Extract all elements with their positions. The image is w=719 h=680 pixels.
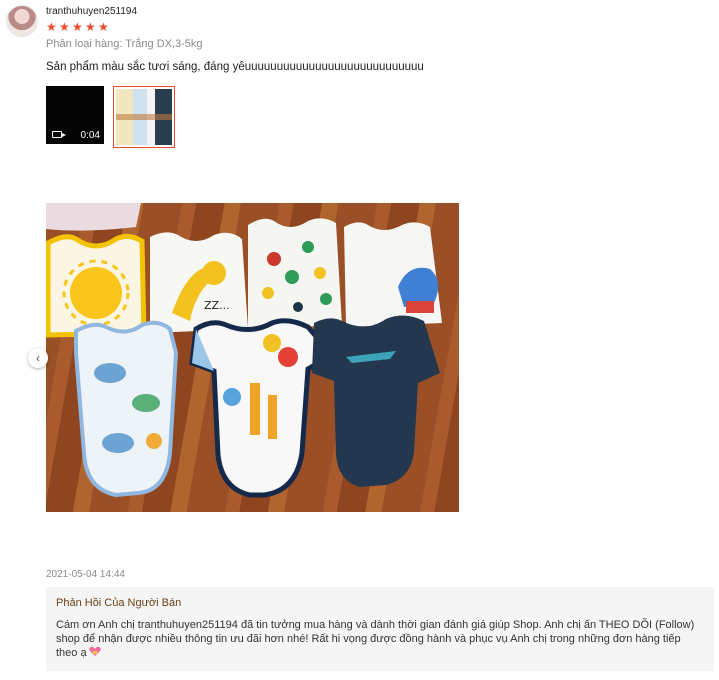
review-comment: Sản phẩm màu sắc tươi sáng, đáng yêuuuuu… bbox=[46, 61, 424, 73]
reviewer-username: tranthuhuyen251194 bbox=[46, 6, 138, 17]
photo-prev-button[interactable]: ‹ bbox=[28, 348, 48, 368]
baby-clothes-thumbnail-image bbox=[116, 89, 172, 145]
star-icon: ★ bbox=[85, 20, 96, 34]
star-icon: ★ bbox=[98, 20, 109, 34]
seller-reply-title: Phản Hồi Của Người Bán bbox=[56, 597, 182, 609]
chevron-left-icon: ‹ bbox=[36, 351, 40, 365]
video-duration: 0:04 bbox=[80, 130, 100, 141]
seller-reply: Phản Hồi Của Người Bán Cám ơn Anh chị tr… bbox=[46, 587, 714, 671]
star-icon: ★ bbox=[72, 20, 83, 34]
avatar[interactable] bbox=[6, 5, 38, 37]
seller-reply-text-block: Cám ơn Anh chị tranthuhuyen251194 đã tin… bbox=[56, 618, 704, 660]
star-icon: ★ bbox=[59, 20, 70, 34]
heart-gift-icon bbox=[88, 646, 101, 656]
video-camera-icon bbox=[52, 131, 66, 138]
review-photo-large[interactable]: ZZ... bbox=[46, 203, 459, 512]
photo-thumbnail-selected[interactable] bbox=[113, 86, 175, 148]
baby-clothes-photo: ZZ... bbox=[46, 203, 442, 498]
review-timestamp: 2021-05-04 14:44 bbox=[46, 569, 125, 580]
video-thumbnail[interactable]: 0:04 bbox=[46, 86, 104, 144]
rating-stars: ★ ★ ★ ★ ★ bbox=[46, 21, 110, 33]
product-variant: Phân loại hàng: Trắng DX,3-5kg bbox=[46, 38, 203, 50]
svg-text:ZZ...: ZZ... bbox=[204, 299, 230, 312]
star-icon: ★ bbox=[46, 20, 57, 34]
seller-reply-text: Cám ơn Anh chị tranthuhuyen251194 đã tin… bbox=[56, 619, 695, 659]
